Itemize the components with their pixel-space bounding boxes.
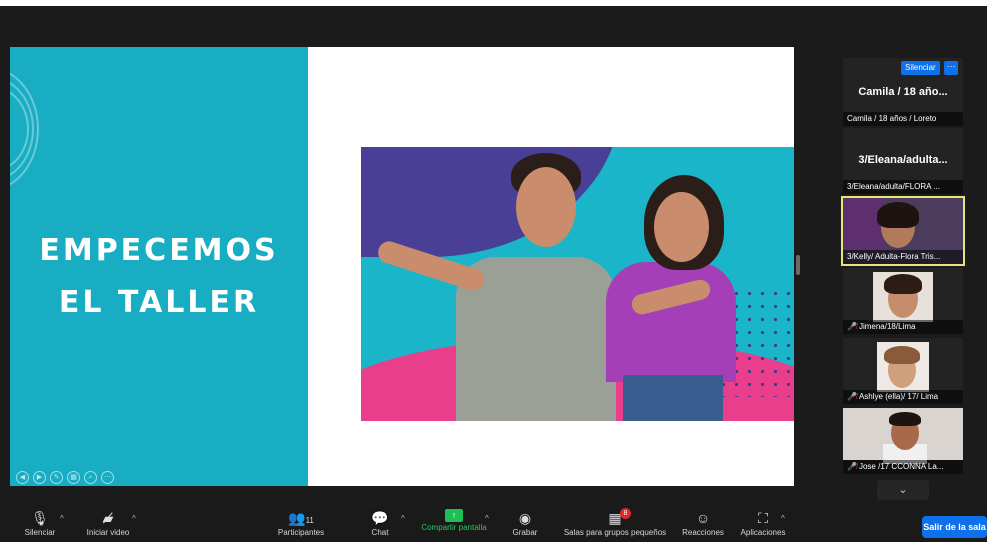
slide-title: EMPECEMOS EL TALLER <box>10 225 308 329</box>
muted-mic-icon: 🎤̸ <box>847 462 857 471</box>
participant-tile[interactable]: 🎤̸ Jimena/18/Lima <box>843 268 963 334</box>
reactions-button[interactable]: ☺ Reacciones <box>680 506 726 542</box>
slide-title-line-1: EMPECEMOS <box>39 233 279 268</box>
zoom-icon[interactable]: ⌕ <box>84 471 97 484</box>
reactions-icon: ☺ <box>695 510 711 526</box>
chat-icon: 💬 <box>371 510 389 526</box>
apps-options-caret[interactable]: ^ <box>781 514 785 523</box>
next-icon[interactable]: ▶ <box>33 471 46 484</box>
window-top-strip <box>0 0 987 6</box>
chevron-down-icon: ⌄ <box>898 484 908 496</box>
breakout-rooms-icon: ▦ <box>608 510 622 526</box>
video-options-caret[interactable]: ^ <box>132 514 136 523</box>
slide-title-line-2: EL TALLER <box>58 285 260 320</box>
participant-name-label: 🎤̸ Ashlye (ella)/ 17/ Lima <box>843 390 963 404</box>
participant-tile[interactable]: 🎤̸ Ashlye (ella)/ 17/ Lima <box>843 338 963 404</box>
slide-navigation-tools: ◀ ▶ ✎ ▦ ⌕ ⋯ <box>16 471 114 484</box>
participant-name-label: 🎤̸ Jimena/18/Lima <box>843 320 963 334</box>
scroll-participants-down-button[interactable]: ⌄ <box>877 480 929 500</box>
person-girl-jeans <box>623 375 723 421</box>
muted-mic-icon: 🎤̸ <box>847 322 857 331</box>
more-options-icon[interactable]: ⋯ <box>101 471 114 484</box>
more-options-button[interactable]: ··· <box>944 61 958 75</box>
person-girl-shirt <box>606 262 736 382</box>
participant-hair <box>877 202 919 228</box>
slides-grid-icon[interactable]: ▦ <box>67 471 80 484</box>
chat-options-caret[interactable]: ^ <box>401 514 405 523</box>
person-boy-face <box>516 167 576 247</box>
share-screen-button[interactable]: ↑ Compartir pantalla <box>416 506 492 542</box>
pen-icon[interactable]: ✎ <box>50 471 63 484</box>
participant-name-label: Camila / 18 años / Loreto <box>843 112 963 126</box>
record-button[interactable]: ◉ Grabar <box>508 506 542 542</box>
mute-participant-button[interactable]: Silenciar <box>901 61 940 75</box>
breakout-rooms-button[interactable]: ▦ 8 Salas para grupos pequeños <box>558 506 672 542</box>
share-screen-icon: ↑ <box>445 509 463 522</box>
participant-hair <box>884 346 920 364</box>
chat-button[interactable]: 💬 Chat <box>362 506 398 542</box>
participant-tile[interactable]: Silenciar ··· Camila / 18 año... Camila … <box>843 58 963 126</box>
participants-count: 11 <box>305 516 314 525</box>
panel-resize-handle[interactable] <box>796 255 800 275</box>
apps-button[interactable]: ⛶ Aplicaciones <box>736 506 790 542</box>
participant-name-label: 3/Eleana/adulta/FLORA ... <box>843 180 963 194</box>
slide-photo <box>361 147 794 421</box>
share-options-caret[interactable]: ^ <box>485 514 489 523</box>
meeting-toolbar: 🎙 Silenciar ^ ▰̸ Iniciar video ^ 👥11 Par… <box>0 506 987 542</box>
video-background <box>843 198 883 250</box>
record-icon: ◉ <box>518 510 532 526</box>
photo-purple-shape <box>361 147 621 257</box>
participants-button[interactable]: 👥11 Participantes <box>270 506 332 542</box>
participant-display-name: Camila / 18 año... <box>858 86 948 98</box>
participants-icon: 👥11 <box>288 510 314 526</box>
leave-room-button[interactable]: Salir de la sala <box>922 516 987 538</box>
participant-hair <box>889 412 921 426</box>
audio-options-caret[interactable]: ^ <box>60 514 64 523</box>
previous-icon[interactable]: ◀ <box>16 471 29 484</box>
video-off-icon: ▰̸ <box>102 510 114 526</box>
person-girl-face <box>654 192 709 262</box>
participant-tile[interactable]: 🎤̸ Jose /17 CCONNA La... <box>843 408 963 474</box>
shared-screen: EMPECEMOS EL TALLER ◀ ▶ ✎ ▦ ⌕ ⋯ <box>10 47 794 486</box>
participant-tile-active-speaker[interactable]: 3/Kelly/ Adulta-Flora Tris... <box>841 196 965 266</box>
notification-badge: 8 <box>620 508 631 519</box>
mute-button[interactable]: 🎙 Silenciar <box>16 506 64 542</box>
participant-name-label: 3/Kelly/ Adulta-Flora Tris... <box>843 250 963 264</box>
microphone-icon: 🎙 <box>31 510 49 526</box>
participant-name-label: 🎤̸ Jose /17 CCONNA La... <box>843 460 963 474</box>
participant-display-name: 3/Eleana/adulta... <box>858 154 948 166</box>
participant-hair <box>884 274 922 294</box>
start-video-button[interactable]: ▰̸ Iniciar video <box>78 506 138 542</box>
participant-tile[interactable]: 3/Eleana/adulta... 3/Eleana/adulta/FLORA… <box>843 128 963 194</box>
muted-mic-icon: 🎤̸ <box>847 392 857 401</box>
slide-title-panel: EMPECEMOS EL TALLER ◀ ▶ ✎ ▦ ⌕ ⋯ <box>10 47 308 486</box>
